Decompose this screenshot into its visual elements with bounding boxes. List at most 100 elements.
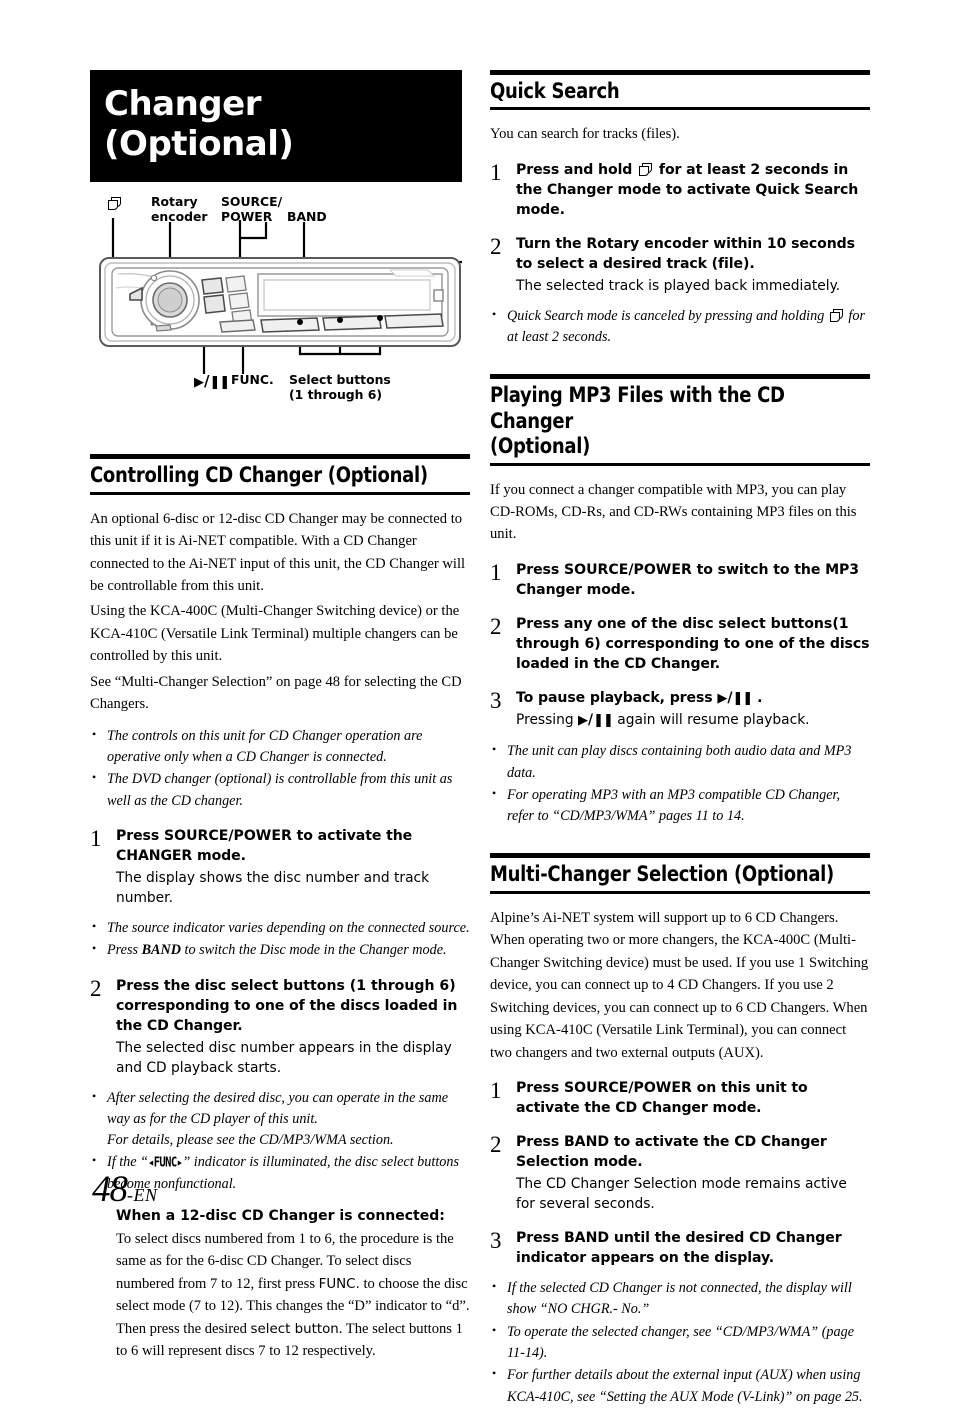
paragraph: You can search for tracks (files). <box>490 126 680 143</box>
chapter-title-line-2: (Optional) <box>104 124 294 165</box>
right-column: Quick Search You can search for tracks (… <box>490 70 870 1412</box>
inset-12-disc-changer: When a 12-disc CD Changer is connected: … <box>116 1207 470 1363</box>
step-instruction: Press SOURCE/POWER to activate the CHANG… <box>116 827 413 864</box>
step-2: 2 Press the disc select buttons (1 throu… <box>90 976 470 1078</box>
note-item: If the selected CD Changer is not connec… <box>490 1277 870 1321</box>
note-item: After selecting the desired disc, you ca… <box>90 1087 470 1152</box>
paragraph: Using the KCA-400C (Multi-Changer Switch… <box>90 603 460 665</box>
step-number: 1 <box>90 825 102 851</box>
step-instruction: Press SOURCE/POWER to switch to the MP3 … <box>516 561 859 598</box>
paragraph: See “Multi-Changer Selection” on page 48… <box>90 673 462 713</box>
step-2: 2 Press BAND to activate the CD Changer … <box>490 1132 870 1214</box>
keyname-rotary-encoder: Rotary encoder <box>586 235 709 252</box>
section-heading-multi-changer-selection: Multi-Changer Selection (Optional) <box>490 853 870 894</box>
chapter-title-banner: Changer (Optional) <box>90 70 462 183</box>
label-source-power: SOURCE/ POWER <box>221 194 283 225</box>
step-instruction: To pause playback, press ▶/❚❚ . <box>516 688 870 708</box>
label-disc-icon <box>106 196 123 211</box>
keyname-band: BAND <box>141 942 181 959</box>
step-1: 1 Press SOURCE/POWER on this unit to act… <box>490 1078 870 1118</box>
step-detail: The CD Changer Selection mode remains ac… <box>516 1176 847 1213</box>
step-number: 3 <box>490 1228 502 1254</box>
step-instruction: Press any one of the disc select buttons… <box>516 615 870 672</box>
keyname-source-power: SOURCE/POWER <box>563 561 692 578</box>
play-pause-icon: ▶/❚❚ <box>578 712 614 729</box>
head-unit-illustration <box>99 218 462 375</box>
inset-heading: When a 12-disc CD Changer is connected: <box>116 1208 445 1225</box>
note-item: The DVD changer (optional) is controllab… <box>90 768 470 812</box>
step-number: 1 <box>490 1078 502 1104</box>
paragraph: Alpine’s Ai-NET system will support up t… <box>490 909 869 1061</box>
paragraph: If you connect a changer compatible with… <box>490 481 857 543</box>
label-func: FUNC. <box>231 372 274 388</box>
keyname-source-power: SOURCE/POWER <box>163 827 292 844</box>
keyname-source-power: SOURCE/POWER <box>563 1080 692 1097</box>
step-detail: The selected disc number appears in the … <box>116 1039 452 1076</box>
note-item: The unit can play discs containing both … <box>490 740 870 784</box>
step-number: 3 <box>490 687 502 713</box>
two-column-layout: Changer (Optional) Rotary encoder SOURCE… <box>90 70 870 1412</box>
keyname-band: BAND <box>563 1230 610 1247</box>
section-heading-playing-mp3-files: Playing MP3 Files with the CD Changer (O… <box>490 374 870 466</box>
step-instruction: Press the disc select buttons (1 through… <box>116 977 458 1034</box>
note-item: Quick Search mode is canceled by pressin… <box>490 305 870 349</box>
keyname-band: BAND <box>563 1134 610 1151</box>
step-2: 2 Press any one of the disc select butto… <box>490 614 870 674</box>
paragraph: An optional 6-disc or 12-disc CD Changer… <box>90 510 466 594</box>
step-instruction: Press BAND until the desired CD Changer … <box>516 1230 842 1267</box>
section-heading-controlling-cd-changer: Controlling CD Changer (Optional) <box>90 454 470 495</box>
notes-list: The unit can play discs containing both … <box>490 740 870 828</box>
heading-line-2: (Optional) <box>490 434 591 460</box>
step-1: 1 Press SOURCE/POWER to activate the CHA… <box>90 826 470 908</box>
label-rotary-encoder: Rotary encoder <box>151 194 208 225</box>
step-number: 2 <box>90 975 102 1001</box>
disc-stack-icon <box>639 162 653 176</box>
step-detail: Pressing ▶/❚❚ again will resume playback… <box>516 710 870 731</box>
keyname-func: FUNC. <box>318 1276 360 1292</box>
section-heading-quick-search: Quick Search <box>490 70 870 111</box>
step-1: 1 Press and hold for at least 2 seconds … <box>490 160 870 220</box>
step-detail: The display shows the disc number and tr… <box>116 869 430 906</box>
step-number: 2 <box>490 233 502 259</box>
heading-line-1: Playing MP3 Files with the CD Changer <box>490 383 785 434</box>
play-pause-icon: ▶/❚❚ <box>194 372 230 391</box>
play-pause-icon: ▶/❚❚ <box>717 689 753 706</box>
step-1: 1 Press SOURCE/POWER to switch to the MP… <box>490 560 870 600</box>
page-footer: 48-EN <box>92 1168 158 1211</box>
step-detail: The selected track is played back immedi… <box>516 277 841 294</box>
page-language-suffix: -EN <box>127 1185 158 1205</box>
note-item: To operate the selected changer, see “CD… <box>490 1321 870 1365</box>
notes-list: If the selected CD Changer is not connec… <box>490 1277 870 1408</box>
notes-list: The source indicator varies depending on… <box>90 917 470 962</box>
note-item: For operating MP3 with an MP3 compatible… <box>490 784 870 828</box>
step-instruction: Press and hold for at least 2 seconds in… <box>516 161 859 218</box>
step-3: 3 To pause playback, press ▶/❚❚ . Pressi… <box>490 688 870 731</box>
inset-paragraph: To select discs numbered from 1 to 6, th… <box>116 1230 470 1360</box>
step-instruction: Turn the Rotary encoder within 10 second… <box>516 235 855 272</box>
keyname-select-button: select button <box>250 1321 339 1337</box>
label-select-buttons: Select buttons (1 through 6) <box>289 372 391 403</box>
step-number: 2 <box>490 1132 502 1158</box>
notes-list: Quick Search mode is canceled by pressin… <box>490 305 870 349</box>
chapter-title-line-1: Changer <box>104 84 261 124</box>
disc-stack-icon <box>108 197 121 211</box>
keyname-select-buttons: select buttons (1 through 6) <box>230 977 456 994</box>
disc-stack-icon <box>829 308 843 322</box>
step-number: 1 <box>490 559 502 585</box>
head-unit-diagram: Rotary encoder SOURCE/ POWER BAND ▶/❚❚ F… <box>90 194 468 428</box>
note-item: Press BAND to switch the Disc mode in th… <box>90 939 470 961</box>
note-item: For further details about the external i… <box>490 1364 870 1408</box>
step-2: 2 Turn the Rotary encoder within 10 seco… <box>490 234 870 296</box>
step-number: 2 <box>490 613 502 639</box>
step-instruction: Press BAND to activate the CD Changer Se… <box>516 1134 827 1171</box>
label-play-pause: ▶/❚❚ <box>194 372 230 391</box>
page-number: 48 <box>92 1169 128 1210</box>
note-item: The controls on this unit for CD Changer… <box>90 725 470 769</box>
manual-page: Changer (Optional) Rotary encoder SOURCE… <box>0 0 954 1405</box>
step-instruction: Press SOURCE/POWER on this unit to activ… <box>516 1080 808 1117</box>
step-number: 1 <box>490 159 502 185</box>
step-3: 3 Press BAND until the desired CD Change… <box>490 1228 870 1268</box>
notes-list: The controls on this unit for CD Changer… <box>90 725 470 812</box>
label-band: BAND <box>287 209 327 225</box>
note-item: The source indicator varies depending on… <box>90 917 470 939</box>
